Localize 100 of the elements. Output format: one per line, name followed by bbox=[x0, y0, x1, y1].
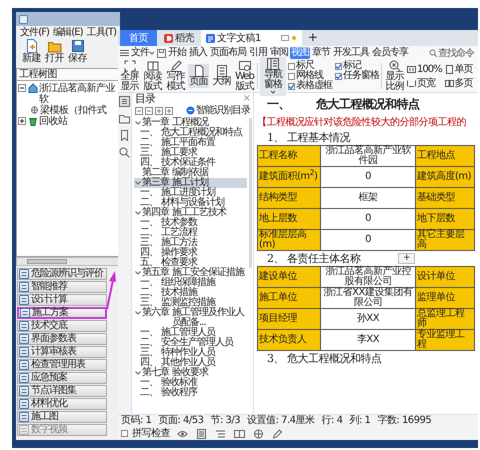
outline-icon[interactable] bbox=[119, 96, 130, 107]
ribbon-tab[interactable]: 开始 bbox=[167, 47, 187, 59]
zoom-option[interactable]: 100% bbox=[407, 64, 442, 74]
ribbon-tab[interactable]: 视图 bbox=[290, 47, 310, 59]
outline-item[interactable]: 第七章 验收要求 bbox=[134, 368, 247, 378]
scrollbar[interactable] bbox=[249, 118, 252, 268]
view-button[interactable]: 页面 bbox=[188, 64, 209, 88]
module-button[interactable]: 设计计算 bbox=[17, 294, 107, 306]
expand-icon[interactable] bbox=[18, 116, 27, 125]
collapse-icon[interactable] bbox=[18, 83, 27, 92]
navigation-pane-button[interactable]: 导航窗格 bbox=[260, 56, 286, 96]
outline-item[interactable]: 第六章 施工管理及作业人员配备... bbox=[134, 308, 247, 328]
outline-item[interactable]: 第二章 编制依据 bbox=[134, 168, 247, 178]
outline-item[interactable]: 一、 施工进度计划 bbox=[134, 188, 247, 198]
smart-toc-button[interactable]: 智能识别目录 bbox=[186, 105, 250, 116]
view-button[interactable]: 阅读版式 bbox=[142, 59, 163, 93]
view-button[interactable]: Web版式 bbox=[234, 59, 255, 93]
ribbon-tab[interactable]: 开发工具 bbox=[332, 47, 370, 59]
outline-item[interactable]: 一、 验收标准 bbox=[134, 378, 247, 388]
module-button[interactable]: 界面参数表 bbox=[17, 333, 107, 345]
outline-item[interactable]: 第三章 施工计划 bbox=[134, 178, 247, 188]
module-button[interactable]: 应急预案 bbox=[17, 372, 107, 384]
module-button[interactable]: 施工图 bbox=[17, 411, 107, 423]
checkbox[interactable] bbox=[121, 430, 128, 438]
checkbox[interactable] bbox=[288, 82, 295, 90]
ribbon-tab[interactable]: 引用 bbox=[248, 47, 268, 59]
zoom-option[interactable]: 多页 bbox=[444, 78, 473, 88]
outline-item[interactable]: 第五章 施工安全保证措施 bbox=[134, 268, 247, 278]
ribbon-tab[interactable]: 章节 bbox=[311, 47, 331, 59]
tree-item[interactable]: 回收站 bbox=[39, 116, 68, 127]
checkbox[interactable] bbox=[335, 72, 342, 80]
toolbar-button[interactable]: 新建 bbox=[20, 39, 43, 64]
checkbox[interactable] bbox=[335, 62, 342, 70]
toolbar-button[interactable]: 保存 bbox=[66, 39, 89, 64]
page-view-icon[interactable] bbox=[196, 428, 207, 439]
search-field[interactable]: 查找命令 bbox=[429, 48, 476, 58]
ribbon-tab[interactable]: 插入 bbox=[188, 47, 208, 59]
outline-item[interactable]: 五、 检查要求 bbox=[134, 258, 247, 268]
eye-icon[interactable] bbox=[177, 428, 188, 439]
bookmark-icon[interactable] bbox=[119, 130, 130, 141]
outline-item[interactable]: 一、 危大工程概况和特点 bbox=[134, 128, 247, 138]
ribbon-tab[interactable]: 页面布局 bbox=[209, 47, 247, 59]
menu-icon[interactable] bbox=[120, 49, 129, 57]
outline-item[interactable]: 一、 技术参数 bbox=[134, 218, 247, 228]
tree-item[interactable]: 浙江品茗高新产业软 bbox=[39, 83, 118, 105]
checkbox[interactable] bbox=[288, 62, 295, 70]
outline-item[interactable]: 二、 验收程序 bbox=[134, 388, 247, 398]
module-button[interactable]: 检查管理用表 bbox=[17, 359, 107, 371]
module-button[interactable]: 智能推荐 bbox=[17, 281, 107, 293]
toolbar-button[interactable]: 打开 bbox=[43, 39, 66, 64]
tab[interactable]: 首页 bbox=[120, 30, 157, 46]
outline-item[interactable]: 三、 监测监控措施 bbox=[134, 298, 247, 308]
table-cell: 工程地点 bbox=[416, 146, 474, 166]
outline-item[interactable]: 三、 施工要求 bbox=[134, 148, 247, 158]
outline-item[interactable]: 二、 安全生产管理人员 bbox=[134, 338, 247, 348]
menu-item[interactable]: 编辑(E) bbox=[53, 26, 83, 39]
module-button[interactable]: 节点详图集 bbox=[17, 385, 107, 397]
outline-item[interactable]: 二、 施工平面布置 bbox=[134, 138, 247, 148]
new-tab-button[interactable]: + bbox=[304, 30, 322, 46]
outline-item[interactable]: 一、 组织保障措施 bbox=[134, 278, 247, 288]
file-menu-button[interactable]: 文件 bbox=[130, 47, 156, 59]
search-icon[interactable] bbox=[119, 147, 130, 158]
view-button[interactable]: 写作模式 bbox=[165, 59, 186, 93]
module-button[interactable]: 施工方案 bbox=[17, 307, 107, 319]
tree-item[interactable]: 梁模板（扣件式 bbox=[40, 105, 106, 116]
save-icon[interactable] bbox=[157, 48, 166, 58]
ribbon-tab[interactable]: 审阅 bbox=[269, 47, 289, 59]
pen-icon[interactable] bbox=[272, 428, 283, 439]
globe-icon[interactable] bbox=[253, 428, 264, 439]
scrollbar[interactable] bbox=[16, 257, 120, 266]
folder-icon[interactable] bbox=[119, 113, 130, 124]
tab[interactable]: 稻壳 bbox=[159, 30, 199, 46]
ribbon-tab[interactable]: 会员专享 bbox=[371, 47, 409, 59]
outline-item[interactable]: 二、 材料与设备计划 bbox=[134, 198, 247, 208]
outline-item[interactable]: 三、 施工方法 bbox=[134, 238, 247, 248]
menu-item[interactable]: 文件(F) bbox=[20, 26, 50, 39]
view-button[interactable]: 大纲 bbox=[211, 64, 232, 88]
outline-item[interactable]: 第四章 施工工艺技术 bbox=[134, 208, 247, 218]
outline-item[interactable]: 二、 工艺流程 bbox=[134, 228, 247, 238]
view-button[interactable]: 全屏显示 bbox=[119, 59, 140, 93]
outline-item[interactable]: 第一章 工程概况 bbox=[134, 118, 247, 128]
zoom-option[interactable]: 页宽 bbox=[407, 78, 442, 88]
module-button[interactable]: 危险源辨识与评价 bbox=[17, 268, 107, 280]
outline-item[interactable]: 二、 技术措施 bbox=[134, 288, 247, 298]
outline-item[interactable]: 一、 施工管理人员 bbox=[134, 328, 247, 338]
add-row-button[interactable]: + bbox=[398, 253, 415, 264]
outline-item[interactable]: 三、 特种作业人员 bbox=[134, 348, 247, 358]
module-button[interactable]: 计算审核表 bbox=[17, 346, 107, 358]
checkbox[interactable] bbox=[288, 72, 295, 80]
reading-view-icon[interactable] bbox=[234, 428, 245, 439]
outline-view-icon[interactable] bbox=[215, 428, 226, 439]
menu-item[interactable]: 工具(T) bbox=[86, 26, 116, 39]
outline-item[interactable]: 四、 技术保证条件 bbox=[134, 158, 247, 168]
zoom-button[interactable]: 显示比例 bbox=[384, 59, 405, 93]
outline-item[interactable]: 四、 其他作业人员 bbox=[134, 358, 247, 368]
tab[interactable]: 文字文稿1 bbox=[201, 30, 302, 46]
outline-item[interactable]: 四、 操作要求 bbox=[134, 248, 247, 258]
module-button[interactable]: 材料优化 bbox=[17, 398, 107, 410]
module-button[interactable]: 技术交底 bbox=[17, 320, 107, 332]
zoom-option[interactable]: 单页 bbox=[444, 64, 473, 74]
